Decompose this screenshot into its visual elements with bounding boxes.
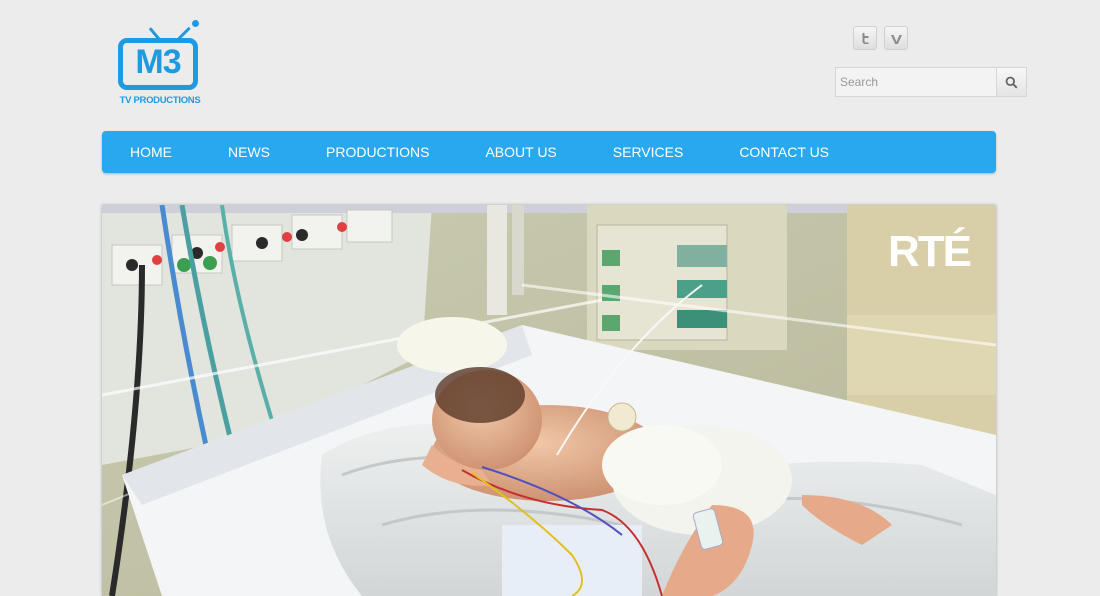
vimeo-icon bbox=[890, 34, 902, 44]
site-logo[interactable]: M3 TV PRODUCTIONS bbox=[116, 20, 206, 108]
search-box bbox=[835, 67, 1027, 97]
nav-item-contact-us[interactable]: CONTACT US bbox=[711, 131, 857, 173]
logo-antenna-dot bbox=[192, 20, 199, 27]
twitter-button[interactable] bbox=[853, 26, 877, 50]
search-input[interactable] bbox=[836, 68, 996, 96]
vimeo-button[interactable] bbox=[884, 26, 908, 50]
nav-item-about-us[interactable]: ABOUT US bbox=[457, 131, 584, 173]
main-nav: HOME NEWS PRODUCTIONS ABOUT US SERVICES … bbox=[102, 131, 996, 173]
search-button[interactable] bbox=[996, 68, 1026, 96]
nav-item-news[interactable]: NEWS bbox=[200, 131, 298, 173]
logo-sub-text: TV PRODUCTIONS bbox=[119, 95, 201, 106]
hero-image bbox=[102, 205, 996, 596]
twitter-icon bbox=[862, 32, 868, 44]
nav-item-home[interactable]: HOME bbox=[102, 131, 200, 173]
nav-item-services[interactable]: SERVICES bbox=[585, 131, 712, 173]
rte-watermark: RTÉ bbox=[888, 227, 972, 276]
search-icon bbox=[1005, 76, 1018, 89]
nav-item-productions[interactable]: PRODUCTIONS bbox=[298, 131, 457, 173]
logo-main-text: M3 bbox=[135, 43, 181, 81]
